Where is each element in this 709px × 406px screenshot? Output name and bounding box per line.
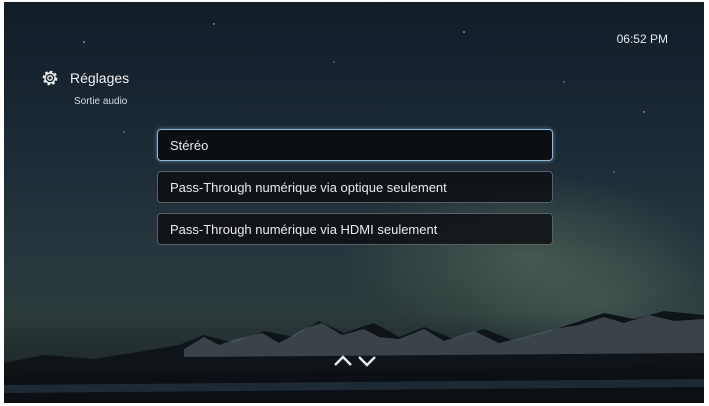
- scroll-arrows: [334, 355, 376, 367]
- menu-item-stereo[interactable]: Stéréo: [157, 129, 553, 161]
- menu-item-passthrough-optical[interactable]: Pass-Through numérique via optique seule…: [157, 171, 553, 203]
- gear-icon: [42, 70, 58, 86]
- mountain-landscape: [4, 311, 704, 403]
- page-title: Réglages: [70, 70, 130, 86]
- menu-item-passthrough-hdmi[interactable]: Pass-Through numérique via HDMI seulemen…: [157, 213, 553, 245]
- chevron-up-icon[interactable]: [334, 355, 352, 366]
- settings-screen: 06:52 PM Réglages Sortie audio Stéréo Pa…: [4, 2, 704, 403]
- page-subtitle: Sortie audio: [74, 96, 128, 107]
- audio-output-menu: Stéréo Pass-Through numérique via optiqu…: [157, 129, 553, 255]
- clock: 06:52 PM: [616, 32, 668, 46]
- chevron-down-icon[interactable]: [358, 356, 376, 367]
